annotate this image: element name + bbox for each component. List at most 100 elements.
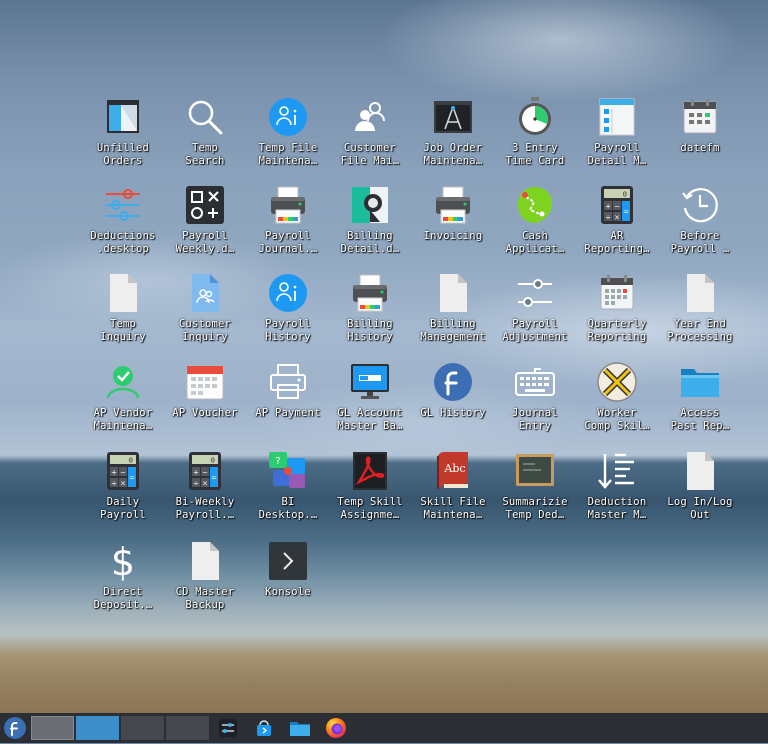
calendar-icon <box>679 96 721 138</box>
svg-text:×: × <box>614 214 620 222</box>
virtual-desktop-2[interactable] <box>76 716 119 740</box>
clock-icon <box>679 184 721 226</box>
virtual-desktop-3[interactable] <box>121 716 164 740</box>
blank-file-icon <box>432 272 474 314</box>
desktop-icon-year-end-processing[interactable]: Year End Processing <box>659 272 741 358</box>
svg-text:$: $ <box>111 540 135 582</box>
desktop-icon-payroll-detail-m[interactable]: Payroll Detail M… <box>576 96 658 182</box>
user-info-blue-icon <box>267 96 309 138</box>
desktop-icon-temp-inquiry[interactable]: Temp Inquiry <box>82 272 164 358</box>
desktop-icon-billing-management[interactable]: Billing Management <box>412 272 494 358</box>
desktop-icon-worker-comp-skil[interactable]: Worker Comp Skil… <box>576 361 658 447</box>
puzzle-pieces-icon: ? <box>267 450 309 492</box>
desktop-icon-payroll-adjustment[interactable]: Payroll Adjustment <box>494 272 576 358</box>
taskbar-settings[interactable] <box>216 716 240 740</box>
svg-text:?: ? <box>275 456 280 467</box>
application-launcher[interactable] <box>3 716 27 740</box>
desktop-icon-invoicing[interactable]: Invoicing <box>412 184 494 270</box>
desktop-icon-label: Bi-Weekly Payroll.… <box>175 496 235 521</box>
desktop-icon-customer-file-mai[interactable]: Customer File Mai… <box>329 96 411 182</box>
desktop-icon-label: CD Master Backup <box>175 586 235 611</box>
svg-text:−: − <box>120 469 126 477</box>
desktop-icon-payroll-journal[interactable]: Payroll Journal.… <box>247 184 329 270</box>
desktop-icon-deduction-master-m[interactable]: Deduction Master M… <box>576 450 658 536</box>
desktop-icon-ar-reporting[interactable]: 0 + − ÷ × = AR Reporting… <box>576 184 658 270</box>
desktop-icon-label: Direct Deposit.… <box>93 586 153 611</box>
desktop-icon-temp-search[interactable]: Temp Search <box>164 96 246 182</box>
desktop-icon-deductions-desktop[interactable]: Deductions .desktop <box>82 184 164 270</box>
virtual-desktop-1[interactable] <box>31 716 74 740</box>
settings-sliders-icon <box>219 719 237 737</box>
desktop-icon-bi-desktop[interactable]: ? BI Desktop.… <box>247 450 329 536</box>
svg-text:=: = <box>623 208 629 216</box>
desktop-icon-label: Access Past Rep… <box>670 407 730 432</box>
desktop-icon-log-in-log-out[interactable]: Log In/Log Out <box>659 450 741 536</box>
taskbar-dolphin[interactable] <box>288 716 312 740</box>
desktop-icon-billing-history[interactable]: Billing History <box>329 272 411 358</box>
desktop-icon-journal-entry[interactable]: Journal Entry <box>494 361 576 447</box>
desktop-icon-gl-account-master-ba[interactable]: GL Account Master Ba… <box>329 361 411 447</box>
desktop-icon-label: Journal Entry <box>512 407 558 432</box>
desktop-icon-quarterly-reporting[interactable]: Quarterly Reporting <box>576 272 658 358</box>
printer-outline-icon <box>267 361 309 403</box>
desktop-icon-label: Payroll Journal.… <box>258 230 318 255</box>
desktop-icon-ap-payment[interactable]: AP Payment <box>247 361 329 447</box>
user-check-icon <box>102 361 144 403</box>
desktop-icon-datefm[interactable]: datefm <box>659 96 741 182</box>
desktop-icon-unfilled-orders[interactable]: Unfilled Orders <box>82 96 164 182</box>
desktop-icon-konsole[interactable]: Konsole <box>247 540 329 626</box>
virtual-desktop-4[interactable] <box>166 716 209 740</box>
desktop-icon-label: Payroll Weekly.d… <box>175 230 235 255</box>
taskbar-discover[interactable] <box>252 716 276 740</box>
desktop-icon-billing-detail-d[interactable]: Billing Detail.d… <box>329 184 411 270</box>
desktop-icon-skill-file-maintena[interactable]: Abc Skill File Maintena… <box>412 450 494 536</box>
desktop-icon-label: Temp File Maintena… <box>258 142 318 167</box>
desktop-icon-ap-vendor-maintena[interactable]: AP Vendor Maintena… <box>82 361 164 447</box>
dictionary-book-icon: Abc <box>432 450 474 492</box>
desktop-icon-payroll-history[interactable]: Payroll History <box>247 272 329 358</box>
color-picker-icon <box>349 184 391 226</box>
desktop-icon-label: Payroll History <box>265 318 311 343</box>
desktop-icon-label: Temp Skill Assignme… <box>337 496 403 521</box>
svg-text:−: − <box>202 469 208 477</box>
svg-text:×: × <box>202 480 208 488</box>
desktop-icon-gl-history[interactable]: GL History <box>412 361 494 447</box>
desktop-icon-ap-voucher[interactable]: AP Voucher <box>164 361 246 447</box>
printer-icon <box>432 184 474 226</box>
svg-text:=: = <box>129 474 135 482</box>
compass-drawing-icon <box>432 96 474 138</box>
user-info-blue-icon <box>267 272 309 314</box>
taskbar-firefox[interactable] <box>324 716 348 740</box>
svg-text:+: + <box>193 469 199 477</box>
desktop-icon-label: 3 Entry Time Card <box>505 142 565 167</box>
checklist-icon <box>596 96 638 138</box>
desktop-icon-label: Deduction Master M… <box>587 496 647 521</box>
shapes-icon <box>184 184 226 226</box>
magnifier-icon <box>184 96 226 138</box>
keyboard-icon <box>514 361 556 403</box>
desktop-icon-before-payroll[interactable]: Before Payroll … <box>659 184 741 270</box>
desktop-icon-temp-skill-assignme[interactable]: Temp Skill Assignme… <box>329 450 411 536</box>
sliders-icon <box>102 184 144 226</box>
stopwatch-icon <box>514 96 556 138</box>
desktop-icon-customer-inquiry[interactable]: Customer Inquiry <box>164 272 246 358</box>
desktop-icon-summarizie-temp-ded[interactable]: Summarizie Temp Ded… <box>494 450 576 536</box>
desktop-icon-bi-weekly-payroll[interactable]: 0 + − ÷ × = Bi-Weekly Payroll.… <box>164 450 246 536</box>
desktop-icon-daily-payroll[interactable]: 0 + − ÷ × = Daily Payroll <box>82 450 164 536</box>
desktop-icon-access-past-rep[interactable]: Access Past Rep… <box>659 361 741 447</box>
desktop-icon-payroll-weekly-d[interactable]: Payroll Weekly.d… <box>164 184 246 270</box>
desktop-icon-cash-applicat[interactable]: Cash Applicat… <box>494 184 576 270</box>
desktop-icon-label: Temp Inquiry <box>100 318 146 343</box>
desktop-icon-label: Year End Processing <box>667 318 733 343</box>
desktop-icon-label: Daily Payroll <box>100 496 146 521</box>
desktop-icon-label: GL History <box>420 407 486 419</box>
desktop-icon-job-order-maintena[interactable]: Job Order Maintena… <box>412 96 494 182</box>
desktop-icon-temp-file-maintena[interactable]: Temp File Maintena… <box>247 96 329 182</box>
fedora-launcher-icon <box>4 717 26 739</box>
calendar-month-icon <box>184 361 226 403</box>
desktop-icon-3-entry-time-card[interactable]: 3 Entry Time Card <box>494 96 576 182</box>
calculator-icon: 0 + − ÷ × = <box>596 184 638 226</box>
desktop-icon-cd-master-backup[interactable]: CD Master Backup <box>164 540 246 626</box>
desktop-icon-direct-deposit[interactable]: $ Direct Deposit.… <box>82 540 164 626</box>
x-ball-icon <box>596 361 638 403</box>
